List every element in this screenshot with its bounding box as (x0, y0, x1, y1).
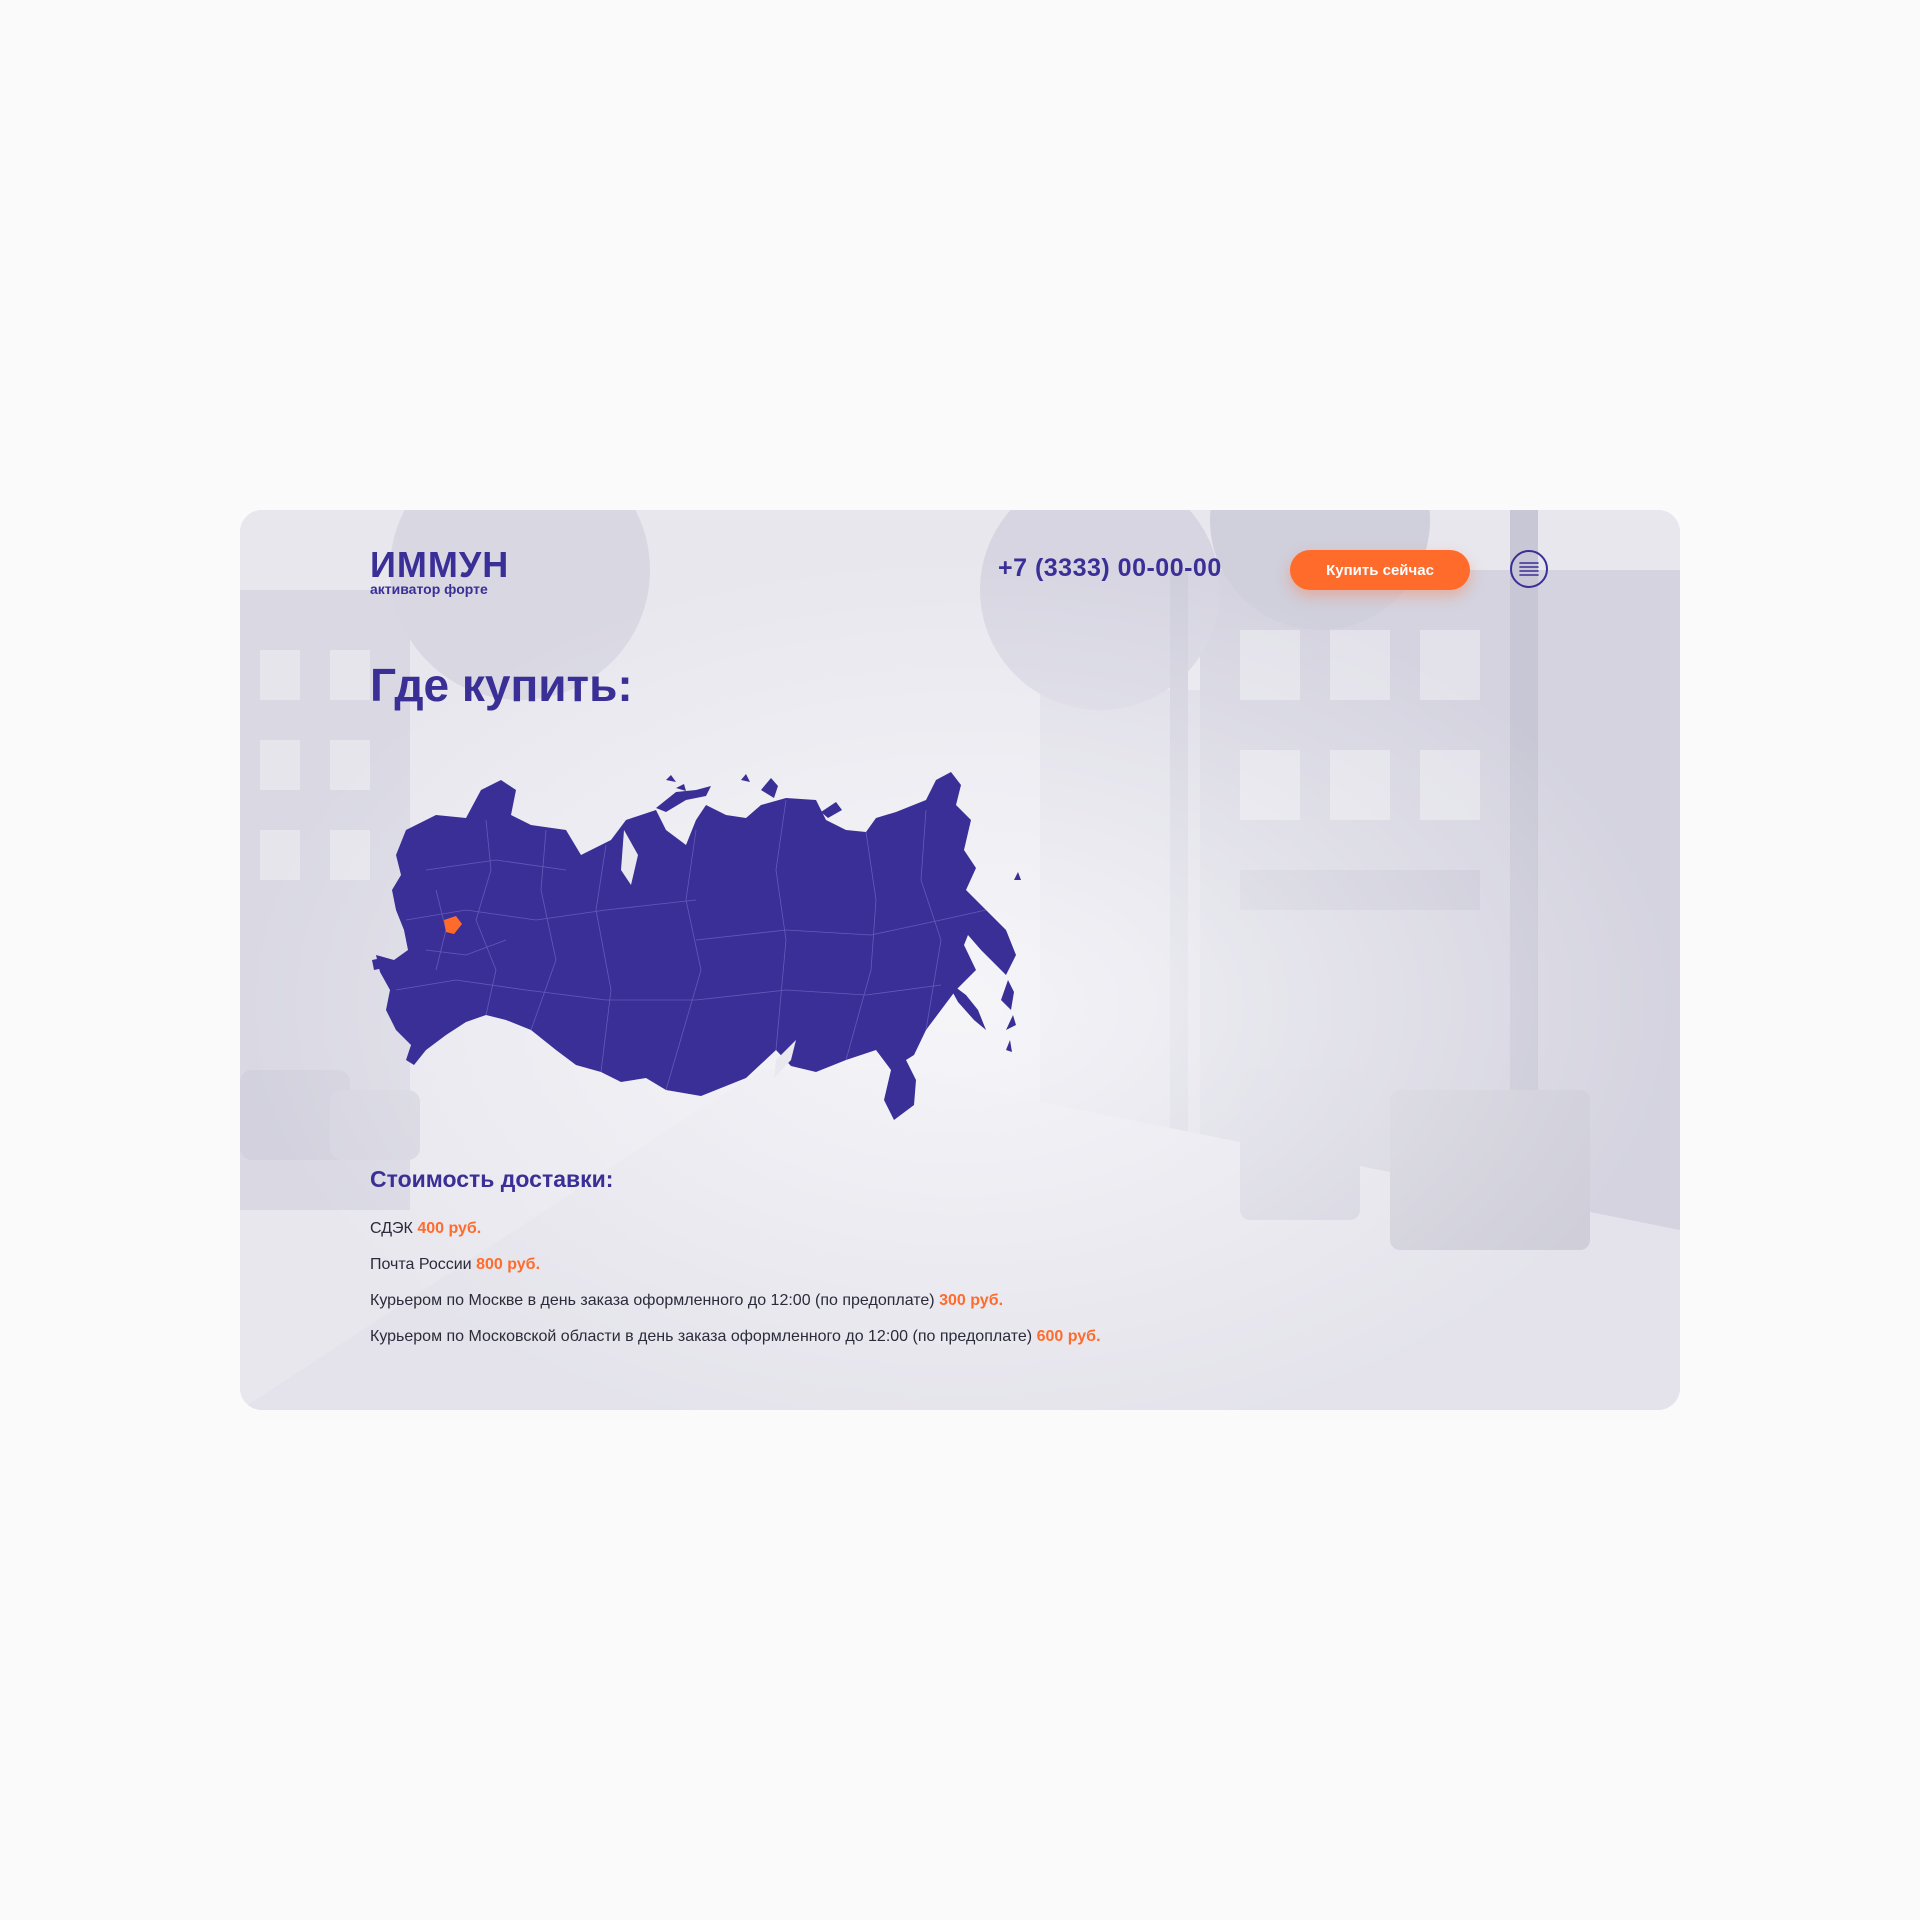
brand-logo[interactable]: ИММУН активатор форте (370, 544, 510, 597)
main-card: ИММУН активатор форте +7 (3333) 00-00-00… (240, 510, 1680, 1410)
delivery-price: 300 руб. (939, 1292, 1004, 1309)
delivery-item-courier-moscow: Курьером по Москве в день заказа оформле… (370, 1291, 1101, 1327)
russia-map[interactable] (366, 760, 1056, 1120)
delivery-label: Курьером по Москве в день заказа оформле… (370, 1292, 935, 1309)
delivery-item-post: Почта России 800 руб. (370, 1255, 1101, 1291)
delivery-price: 400 руб. (417, 1220, 482, 1237)
phone-link[interactable]: +7 (3333) 00-00-00 (998, 554, 1222, 583)
hamburger-menu-icon (1519, 562, 1539, 576)
delivery-price: 600 руб. (1036, 1328, 1101, 1345)
delivery-list: СДЭК 400 руб. Почта России 800 руб. Курь… (370, 1219, 1101, 1363)
delivery-label: Курьером по Московской области в день за… (370, 1328, 1033, 1345)
page-title: Где купить: (370, 659, 633, 711)
buy-now-button[interactable]: Купить сейчас (1290, 550, 1470, 590)
delivery-label: Почта России (370, 1256, 472, 1273)
delivery-title: Стоимость доставки: (370, 1166, 614, 1192)
delivery-label: СДЭК (370, 1220, 413, 1237)
delivery-item-cdek: СДЭК 400 руб. (370, 1219, 1101, 1255)
delivery-price: 800 руб. (476, 1256, 541, 1273)
menu-button[interactable] (1510, 550, 1548, 588)
delivery-item-courier-region: Курьером по Московской области в день за… (370, 1327, 1101, 1363)
logo-title: ИММУН (370, 544, 510, 585)
